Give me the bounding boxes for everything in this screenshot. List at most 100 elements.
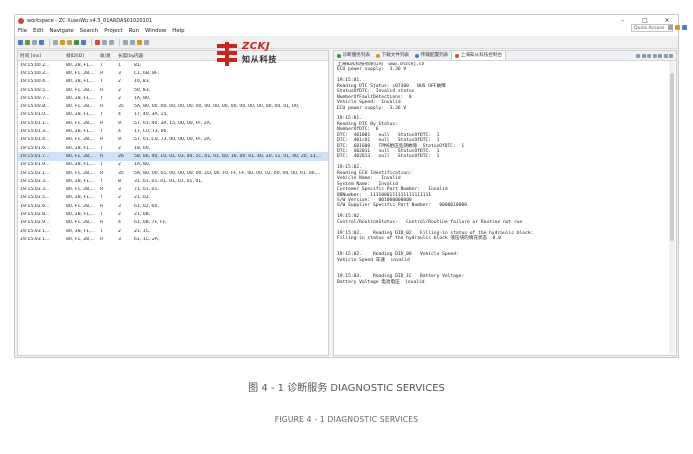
header-time[interactable]: 时间 [ms]: [18, 53, 66, 59]
minimize-view-icon[interactable]: [663, 53, 668, 58]
console-panel: 诊断服务列表 下载文件列表 传输配置列表 上海知从科技控制台 上海知从科技有限公司 w…: [333, 50, 677, 356]
table-row[interactable]: 19:15:00.7... 80, 28, F1,... T 2 1A, 80,: [18, 94, 328, 102]
console-line: Battery Voltage 电池电压 invalid: [337, 279, 425, 285]
cell-frame-id: 80, F1, 28,...: [66, 104, 95, 110]
cell-length: 8: [118, 178, 121, 184]
toolbar-tool-icon[interactable]: [130, 39, 135, 45]
menu-project[interactable]: Project: [104, 28, 122, 34]
java-perspective-icon[interactable]: [675, 25, 680, 30]
cell-content: 31, 01, 01, 01, 01, 01, 01, 01,: [134, 178, 203, 184]
cell-content: 1A, 80,: [134, 95, 151, 101]
close-button[interactable]: ✕: [656, 17, 678, 24]
table-row[interactable]: 19:15:02.3... 80, 28, F1,... T 8 31, 01, 01,…: [18, 177, 328, 185]
toolbar-tool-icon[interactable]: [32, 39, 37, 45]
menu-window[interactable]: Window: [145, 28, 166, 34]
cell-direction: T: [100, 178, 103, 184]
table-row[interactable]: 19:15:02.3... 80, F1, 28,... R 3 71, 01, 01,: [18, 185, 328, 193]
scroll-lock-icon[interactable]: [641, 53, 646, 58]
toolbar-tool-icon[interactable]: [123, 39, 128, 45]
toolbar-tool-icon[interactable]: [53, 39, 58, 45]
table-row[interactable]: 19:15:01.7... 80, F1, 28,... R 26 58, 06, 40…: [18, 152, 328, 161]
menu-edit[interactable]: Edit: [33, 28, 43, 34]
scrollbar-thumb[interactable]: [670, 73, 674, 241]
table-row[interactable]: 19:15:01.6... 80, 28, F1,... T 2 18, 00,: [18, 144, 328, 152]
cell-content: 57, 01, C0, 73, 00, 00, 00, FF, 2A,: [134, 137, 212, 143]
cell-direction: T: [100, 112, 103, 118]
title-bar: workspace - ZC XuanWu v4.3_01ARDAS010201…: [15, 15, 678, 26]
menu-navigate[interactable]: Navigate: [49, 28, 73, 34]
tab-label: 下载文件列表: [381, 53, 410, 58]
maximize-button[interactable]: □: [634, 17, 656, 24]
table-row[interactable]: 19:15:03.1... 80, F1, 28,... R 3 61, 1C, 2A,: [18, 235, 328, 243]
toolbar-tool-icon[interactable]: [81, 39, 86, 45]
cell-content: 5A, 80, 00, 01, 00, 00, 00, 00, 1D, 00, …: [134, 170, 321, 176]
cell-length: 2: [118, 95, 121, 101]
table-row[interactable]: 19:15:01.3... 80, 28, F1,... T 4 17, C0, 73,…: [18, 127, 328, 135]
minimize-button[interactable]: –: [612, 17, 634, 24]
table-row[interactable]: 19:15:00.2... 80, F1, 28,... R 3 C1, 6B, 8F,: [18, 69, 328, 77]
table-row[interactable]: 19:15:01.4... 80, F1, 28,... R 9 57, 01, C0,…: [18, 136, 328, 144]
display-console-icon[interactable]: [652, 53, 657, 58]
cell-direction: T: [100, 195, 103, 201]
menu-search[interactable]: Search: [80, 28, 99, 34]
cell-length: 4: [118, 129, 121, 135]
app-icon: [18, 17, 24, 24]
menu-run[interactable]: Run: [129, 28, 139, 34]
toolbar-tool-icon[interactable]: [144, 39, 149, 45]
cell-content: 21, 08,: [134, 211, 151, 217]
view-tab-0[interactable]: 诊断服务列表: [334, 51, 373, 60]
table-row[interactable]: 19:15:01.0... 80, 28, F1,... T 4 17, 40, 3A,…: [18, 111, 328, 119]
table-row[interactable]: 19:15:02.5... 80, 28, F1,... T 2 21, 02,: [18, 194, 328, 202]
cell-direction: R: [100, 220, 104, 226]
toolbar-tool-icon[interactable]: [60, 39, 65, 45]
header-length[interactable]: 长度[by...: [118, 53, 134, 59]
cell-content: 61, 1C, 2A,: [134, 236, 160, 242]
table-row[interactable]: 19:15:00.4... 80, 28, F1,... T 2 10, 83,: [18, 78, 328, 86]
open-perspective-icon[interactable]: [668, 25, 673, 30]
header-frame-id[interactable]: 帧ID[ID]: [66, 53, 100, 59]
cell-length: 2: [118, 228, 121, 234]
cell-time: 19:15:00.5...: [20, 87, 50, 93]
table-row[interactable]: 19:15:02.1... 80, F1, 28,... R 35 5A, 80, 00…: [18, 169, 328, 177]
pin-icon[interactable]: [647, 53, 651, 58]
figure-caption-en: FIGURE 4 - 1 DIAGNOSTIC SERVICES: [274, 415, 419, 424]
view-tab-2[interactable]: 传输配置列表: [412, 51, 451, 60]
table-row[interactable]: 19:15:01.1... 80, F1, 28,... R 9 57, 01, 40,…: [18, 119, 328, 127]
console-output[interactable]: 上海知从科技有限公司 www.shzckj.cn ECU power supply…: [337, 62, 668, 353]
cell-length: 9: [118, 120, 121, 126]
cell-time: 19:15:01.6...: [20, 145, 50, 151]
maximize-view-icon[interactable]: [669, 53, 673, 58]
menu-file[interactable]: File: [18, 28, 27, 34]
tab-view-icon: [415, 53, 420, 58]
toolbar-tool-icon[interactable]: [67, 39, 72, 45]
view-menu-icon[interactable]: [658, 53, 662, 58]
menu-help[interactable]: Help: [172, 28, 184, 34]
tab-label: 上海知从科技控制台: [460, 53, 503, 58]
view-tab-1[interactable]: 下载文件列表: [373, 51, 412, 60]
toolbar-tool-icon[interactable]: [95, 39, 100, 45]
cell-direction: R: [100, 120, 104, 126]
table-row[interactable]: 19:15:01.9... 80, 28, F1,... T 2 1A, 80,: [18, 161, 328, 169]
header-direction[interactable]: 收/发: [100, 53, 118, 59]
toolbar-tool-icon[interactable]: [39, 39, 44, 45]
table-row[interactable]: 19:15:03.1... 80, 28, F1,... T 2 21, 1C,: [18, 227, 328, 235]
view-tab-3[interactable]: 上海知从科技控制台: [451, 51, 507, 60]
toolbar-tool-icon[interactable]: [137, 39, 142, 45]
toolbar-tool-icon[interactable]: [102, 39, 107, 45]
toolbar-tool-icon[interactable]: [109, 39, 114, 45]
console-scrollbar[interactable]: [669, 61, 675, 354]
clear-console-icon[interactable]: [636, 53, 640, 58]
table-row[interactable]: 19:15:02.9... 80, F1, 28,... R 4 61, 08, 7F,…: [18, 219, 328, 227]
table-row[interactable]: 19:15:00.5... 80, F1, 28,... R 2 50, 83,: [18, 86, 328, 94]
table-row[interactable]: 19:15:02.8... 80, 28, F1,... T 2 21, 08,: [18, 210, 328, 218]
toolbar-tool-icon[interactable]: [25, 39, 30, 45]
toolbar-tool-icon[interactable]: [18, 39, 23, 45]
cell-time: 19:15:00.2...: [20, 62, 50, 68]
toolbar-separator: [91, 38, 92, 46]
debug-perspective-icon[interactable]: [682, 25, 687, 30]
cell-direction: T: [100, 129, 103, 135]
table-row[interactable]: 19:15:00.8... 80, F1, 28,... R 35 5A, 80, 00…: [18, 102, 328, 110]
table-row[interactable]: 19:15:02.6... 80, F1, 28,... R 3 61, 02, 00,: [18, 202, 328, 210]
toolbar-tool-icon[interactable]: [74, 39, 79, 45]
toolbar-separator: [49, 38, 50, 46]
